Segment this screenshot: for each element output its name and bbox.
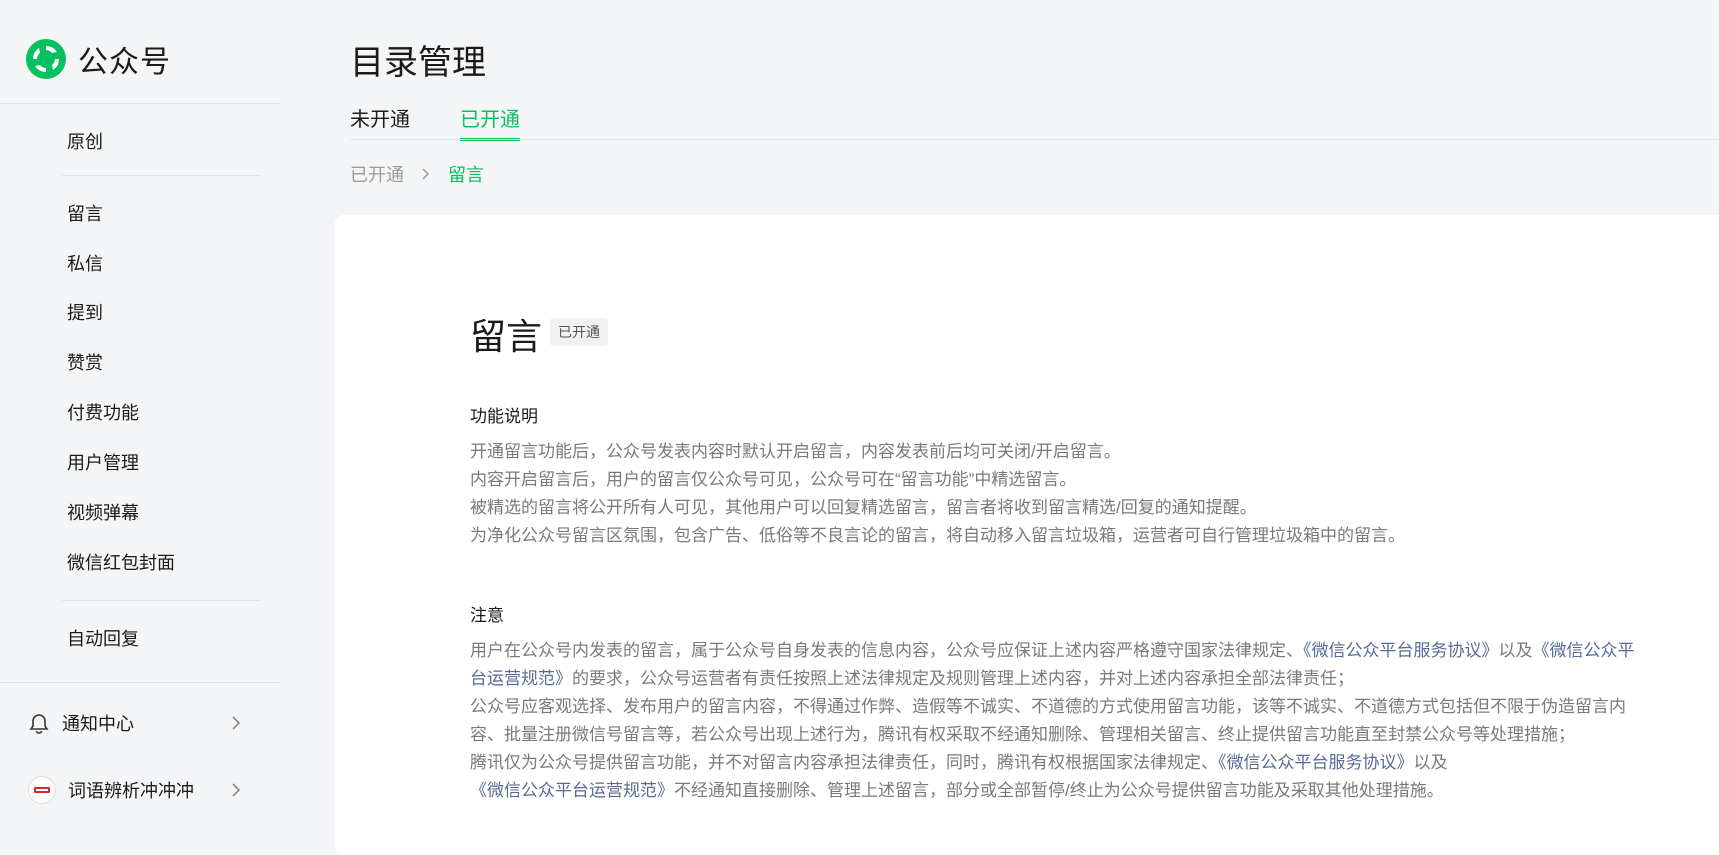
chevron-right-icon — [422, 168, 430, 180]
feature-description: 开通留言功能后，公众号发表内容时默认开启留言，内容发表前后均可关闭/开启留言。 … — [470, 438, 1650, 550]
divider — [350, 139, 1719, 140]
service-agreement-link[interactable]: 《微信公众平台服务协议》 — [1303, 641, 1499, 660]
feature-paragraph: 内容开启留言后，用户的留言仅公众号可见，公众号可在“留言功能”中精选留言。 — [470, 470, 1077, 489]
notes: 用户在公众号内发表的留言，属于公众号自身发表的信息内容，公众号应保证上述内容严格… — [470, 637, 1650, 805]
note-paragraph: 腾讯仅为公众号提供留言功能，并不对留言内容承担法律责任，同时，腾讯有权根据国家法… — [470, 749, 1650, 805]
feature-paragraph: 被精选的留言将公开所有人可见，其他用户可以回复精选留言，留言者将收到留言精选/回… — [470, 498, 1257, 517]
sidebar-item-red-packet-cover[interactable]: 微信红包封面 — [67, 549, 175, 575]
divider — [0, 682, 281, 683]
sidebar-item-paid-features[interactable]: 付费功能 — [67, 399, 139, 425]
feature-paragraph: 为净化公众号留言区氛围，包含广告、低俗等不良言论的留言，将自动移入留言垃圾箱，运… — [470, 526, 1405, 545]
page-title: 目录管理 — [350, 44, 486, 82]
operation-rules-link[interactable]: 《微信公众平台运营规范》 — [470, 781, 674, 800]
divider — [62, 175, 260, 176]
sidebar: 公众号 原创 留言 私信 提到 赞赏 付费功能 用户管理 视频弹幕 微信红包封面… — [0, 0, 281, 842]
note-text: 不经通知直接删除、管理上述留言，部分或全部暂停/终止为公众号提供留言功能及采取其… — [674, 781, 1444, 800]
sidebar-menu: 原创 留言 私信 提到 赞赏 付费功能 用户管理 视频弹幕 微信红包封面 自动回… — [0, 104, 281, 682]
account-button[interactable]: 词语辨析冲冲冲 — [28, 770, 243, 810]
note-text: 用户在公众号内发表的留言，属于公众号自身发表的信息内容，公众号应保证上述内容严格… — [470, 641, 1303, 660]
feature-heading: 功能说明 — [470, 407, 538, 426]
avatar — [28, 776, 56, 804]
brand-name: 公众号 — [78, 46, 171, 79]
notification-center-label: 通知中心 — [62, 714, 134, 734]
account-avatar-icon — [32, 780, 52, 800]
brand-logo[interactable]: 公众号 — [24, 36, 171, 82]
sidebar-item-messages[interactable]: 私信 — [67, 250, 103, 276]
note-text: 以及 — [1413, 753, 1448, 772]
sidebar-item-comments[interactable]: 留言 — [67, 200, 103, 226]
sidebar-item-original[interactable]: 原创 — [67, 128, 103, 154]
chevron-right-icon — [232, 716, 241, 730]
account-name: 词语辨析冲冲冲 — [68, 781, 194, 801]
breadcrumb-current: 留言 — [448, 165, 484, 185]
wechat-mp-logo-icon — [26, 39, 66, 79]
bell-icon — [29, 714, 49, 734]
sidebar-item-rewards[interactable]: 赞赏 — [67, 349, 103, 375]
chevron-right-icon — [232, 783, 241, 797]
sidebar-item-mentions[interactable]: 提到 — [67, 299, 103, 325]
note-heading: 注意 — [470, 606, 504, 625]
sidebar-item-auto-reply[interactable]: 自动回复 — [67, 625, 139, 651]
tab-enabled[interactable]: 已开通 — [460, 103, 520, 132]
notification-center-button[interactable]: 通知中心 — [28, 703, 243, 743]
note-paragraph: 公众号应客观选择、发布用户的留言内容，不得通过作弊、造假等不诚实、不道德的方式使… — [470, 697, 1626, 744]
section-title: 留言 — [470, 316, 543, 357]
sidebar-item-user-management[interactable]: 用户管理 — [67, 449, 139, 475]
divider — [62, 600, 260, 601]
content-card: 留言 已开通 功能说明 开通留言功能后，公众号发表内容时默认开启留言，内容发表前… — [335, 215, 1719, 855]
note-text: 的要求，公众号运营者有责任按照上述法律规定及规则管理上述内容，并对上述内容承担全… — [572, 669, 1354, 688]
note-paragraph: 用户在公众号内发表的留言，属于公众号自身发表的信息内容，公众号应保证上述内容严格… — [470, 637, 1650, 693]
tab-not-enabled[interactable]: 未开通 — [350, 103, 410, 132]
note-text: 以及 — [1498, 641, 1533, 660]
sidebar-item-video-danmaku[interactable]: 视频弹幕 — [67, 499, 139, 525]
note-text: 腾讯仅为公众号提供留言功能，并不对留言内容承担法律责任，同时，腾讯有权根据国家法… — [470, 753, 1218, 772]
status-badge: 已开通 — [550, 318, 608, 346]
breadcrumb: 已开通 留言 — [350, 161, 484, 187]
breadcrumb-root-link[interactable]: 已开通 — [350, 161, 404, 187]
service-agreement-link[interactable]: 《微信公众平台服务协议》 — [1218, 753, 1414, 772]
feature-paragraph: 开通留言功能后，公众号发表内容时默认开启留言，内容发表前后均可关闭/开启留言。 — [470, 442, 1121, 461]
